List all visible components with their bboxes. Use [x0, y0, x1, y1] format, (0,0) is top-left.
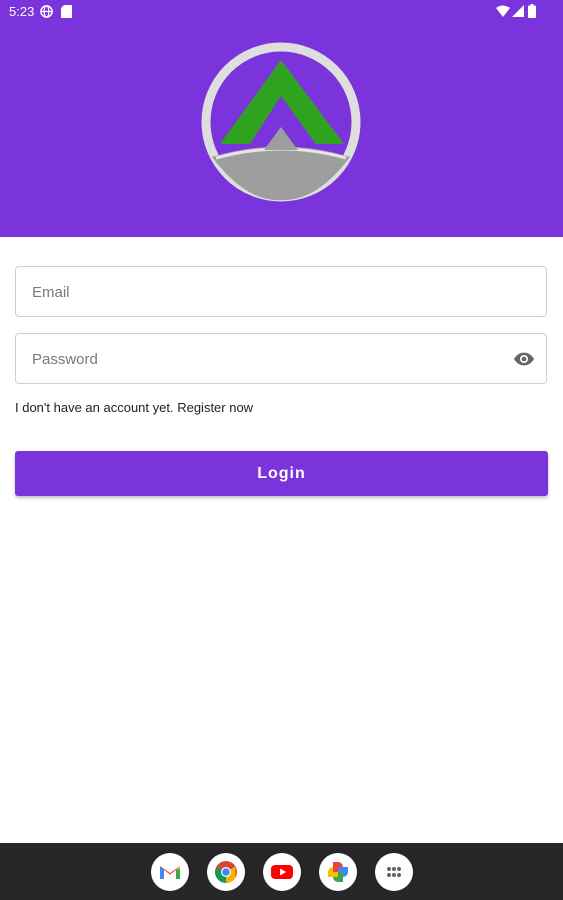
- photos-icon[interactable]: [319, 853, 357, 891]
- header-banner: 5:23: [0, 0, 563, 237]
- globe-icon: [40, 5, 53, 18]
- dock-bar: [0, 843, 563, 900]
- battery-icon: [528, 4, 536, 18]
- register-link[interactable]: I don't have an account yet. Register no…: [15, 400, 253, 415]
- chrome-icon[interactable]: [207, 853, 245, 891]
- sim-card-icon: [61, 5, 72, 18]
- password-field[interactable]: [15, 333, 547, 385]
- password-input[interactable]: [30, 334, 494, 385]
- status-time: 5:23: [9, 4, 35, 19]
- signal-icon: [512, 5, 524, 17]
- app-drawer-icon[interactable]: [375, 853, 413, 891]
- mountain-logo: [201, 42, 361, 202]
- login-button[interactable]: Login: [15, 451, 548, 496]
- email-field[interactable]: [15, 266, 547, 318]
- gmail-icon[interactable]: [151, 853, 189, 891]
- status-bar: 5:23: [0, 0, 563, 24]
- eye-icon[interactable]: [513, 348, 535, 370]
- wifi-icon: [496, 5, 510, 17]
- youtube-icon[interactable]: [263, 853, 301, 891]
- email-input[interactable]: [30, 267, 494, 318]
